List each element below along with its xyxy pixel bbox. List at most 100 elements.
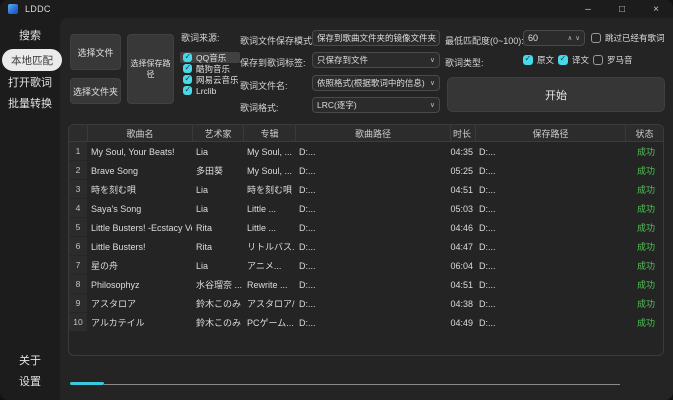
min-match-label: 最低匹配度(0~100): <box>445 36 524 46</box>
start-button[interactable]: 开始 <box>447 77 665 112</box>
minimize-button[interactable]: – <box>571 0 605 18</box>
checkbox-unchecked-icon[interactable] <box>593 55 603 65</box>
window-controls: – □ × <box>571 0 673 18</box>
min-match-input[interactable] <box>528 33 560 43</box>
cell-album: My Soul, ... <box>247 165 293 176</box>
table-row[interactable]: 1 My Soul, Your Beats! Lia My Soul, ... … <box>69 142 663 161</box>
sidebar-item-local-match-active[interactable]: 本地匹配 <box>2 49 62 71</box>
table-row[interactable]: 3 時を刻む唄 Lia 時を刻む唄 ... D:... 04:51 D:... … <box>69 180 663 199</box>
cell-album: PCゲーム... <box>247 318 294 328</box>
cell-save-path: D:... <box>479 165 496 176</box>
cell-song-path: D:... <box>299 146 316 157</box>
table-row[interactable]: 7 星の舟 Lia アニメ... D:... 06:04 D:... 成功 <box>69 256 663 275</box>
checkbox-checked-icon[interactable] <box>183 63 192 73</box>
cell-artist: 鈴木このみ <box>196 318 242 328</box>
type-translation-checkbox-row[interactable]: 译文 <box>558 54 589 66</box>
app-title: LDDC <box>25 4 51 14</box>
cell-song-name: Saya's Song <box>91 203 142 214</box>
sidebar-item-settings[interactable]: 设置 <box>0 374 60 390</box>
cell-song-name: Philosophyz <box>91 279 140 290</box>
filename-format-label: 歌词文件名: <box>240 81 288 91</box>
checkbox-checked-icon[interactable] <box>183 74 192 84</box>
cell-song-path: D:... <box>299 165 316 176</box>
lyric-format-value: LRC(逐字) <box>317 100 357 110</box>
table-row[interactable]: 4 Saya's Song Lia Little ... D:... 05:03… <box>69 199 663 218</box>
chevron-down-icon[interactable]: ∨ <box>575 34 580 42</box>
source-item-lrclib[interactable]: Lrclib <box>180 85 240 96</box>
header-song-path[interactable]: 歌曲路径 <box>295 125 450 141</box>
sidebar-item-open-lyrics[interactable]: 打开歌词 <box>0 75 60 91</box>
cell-song-path: D:... <box>299 298 316 309</box>
header-album[interactable]: 专辑 <box>243 125 295 141</box>
cell-duration: 04:35 <box>450 146 473 157</box>
progress-track <box>104 384 620 385</box>
header-duration[interactable]: 时长 <box>450 125 475 141</box>
cell-duration: 04:38 <box>450 298 473 309</box>
titlebar: LDDC – □ × <box>0 0 673 18</box>
source-item-kugou[interactable]: 酷狗音乐 <box>180 63 240 74</box>
header-song-name[interactable]: 歌曲名 <box>87 125 192 141</box>
sidebar-item-search[interactable]: 搜索 <box>0 28 60 44</box>
table-row[interactable]: 5 Little Busters! -Ecstacy Ver.- Rita Li… <box>69 218 663 237</box>
header-artist[interactable]: 艺术家 <box>192 125 243 141</box>
table-row[interactable]: 10 アルカテイル 鈴木このみ PCゲーム... D:... 04:49 D:.… <box>69 313 663 332</box>
cell-duration: 04:51 <box>450 184 473 195</box>
source-item-netease[interactable]: 网易云音乐 <box>180 74 240 85</box>
filename-format-select[interactable]: 依照格式(根据歌词中的信息) ∨ <box>312 75 440 91</box>
cell-duration: 05:25 <box>450 165 473 176</box>
row-number: 5 <box>69 218 87 237</box>
checkbox-checked-icon[interactable] <box>183 52 192 62</box>
cell-save-path: D:... <box>479 260 496 271</box>
cell-song-path: D:... <box>299 317 316 328</box>
lyric-source-list: QQ音乐 酷狗音乐 网易云音乐 Lrclib <box>180 52 240 96</box>
row-number: 7 <box>69 256 87 275</box>
close-button[interactable]: × <box>639 0 673 18</box>
table-row[interactable]: 9 アスタロア 鈴木このみ アスタロア/... D:... 04:38 D:..… <box>69 294 663 313</box>
row-number: 4 <box>69 199 87 218</box>
cell-song-name: 時を刻む唄 <box>91 185 137 195</box>
cell-song-path: D:... <box>299 279 316 290</box>
select-save-path-button[interactable]: 选择保存路径 <box>127 34 174 104</box>
row-number: 1 <box>69 142 87 161</box>
spinner-arrows[interactable]: ∧ ∨ <box>567 34 580 42</box>
cell-save-path: D:... <box>479 241 496 252</box>
cell-save-path: D:... <box>479 298 496 309</box>
checkbox-unchecked-icon[interactable] <box>591 33 601 43</box>
row-number: 2 <box>69 161 87 180</box>
lyric-format-select[interactable]: LRC(逐字) ∨ <box>312 97 440 113</box>
save-mode-select[interactable]: 保存到歌曲文件夹的镜像文件夹 ∨ <box>312 30 440 46</box>
source-item-qq-music[interactable]: QQ音乐 <box>180 52 240 63</box>
app-window: LDDC – □ × 搜索 本地匹配 打开歌词 批量转换 关于 设置 选择文件 … <box>0 0 673 400</box>
table-body: 1 My Soul, Your Beats! Lia My Soul, ... … <box>69 142 663 332</box>
checkbox-checked-icon[interactable] <box>183 85 192 95</box>
type-romaji-checkbox-row[interactable]: 罗马音 <box>593 54 633 66</box>
chevron-up-icon[interactable]: ∧ <box>567 34 572 42</box>
sidebar-item-batch-convert[interactable]: 批量转换 <box>0 96 60 112</box>
cell-save-path: D:... <box>479 203 496 214</box>
save-tag-select[interactable]: 只保存到文件 ∨ <box>312 52 440 68</box>
skip-existing-checkbox-row[interactable]: 跳过已经有歌词 <box>591 32 665 44</box>
checkbox-checked-icon[interactable] <box>523 54 533 65</box>
header-status[interactable]: 状态 <box>625 125 663 141</box>
sidebar-item-about[interactable]: 关于 <box>0 353 60 369</box>
source-label: 网易云音乐 <box>196 74 239 85</box>
maximize-button[interactable]: □ <box>605 0 639 18</box>
cell-artist: Lia <box>196 260 209 271</box>
cell-artist: 多田葵 <box>196 166 224 176</box>
type-original-label: 原文 <box>537 55 555 65</box>
cell-save-path: D:... <box>479 222 496 233</box>
table-row[interactable]: 8 Philosophyz 水谷瑠奈 ... Rewrite ... D:...… <box>69 275 663 294</box>
select-file-button[interactable]: 选择文件 <box>70 34 121 70</box>
cell-status: 成功 <box>636 204 655 214</box>
checkbox-checked-icon[interactable] <box>558 54 568 65</box>
cell-album: 時を刻む唄 ... <box>247 185 295 195</box>
type-original-checkbox-row[interactable]: 原文 <box>523 54 554 66</box>
cell-song-name: Brave Song <box>91 165 139 176</box>
min-match-spinbox[interactable]: ∧∨ <box>523 30 585 46</box>
table-row[interactable]: 6 Little Busters! Rita リトルバス... D:... 04… <box>69 237 663 256</box>
save-tag-label: 保存到歌词标签: <box>240 58 306 68</box>
cell-duration: 05:03 <box>450 203 473 214</box>
header-save-path[interactable]: 保存路径 <box>475 125 625 141</box>
select-folder-button[interactable]: 选择文件夹 <box>70 78 121 104</box>
table-row[interactable]: 2 Brave Song 多田葵 My Soul, ... D:... 05:2… <box>69 161 663 180</box>
